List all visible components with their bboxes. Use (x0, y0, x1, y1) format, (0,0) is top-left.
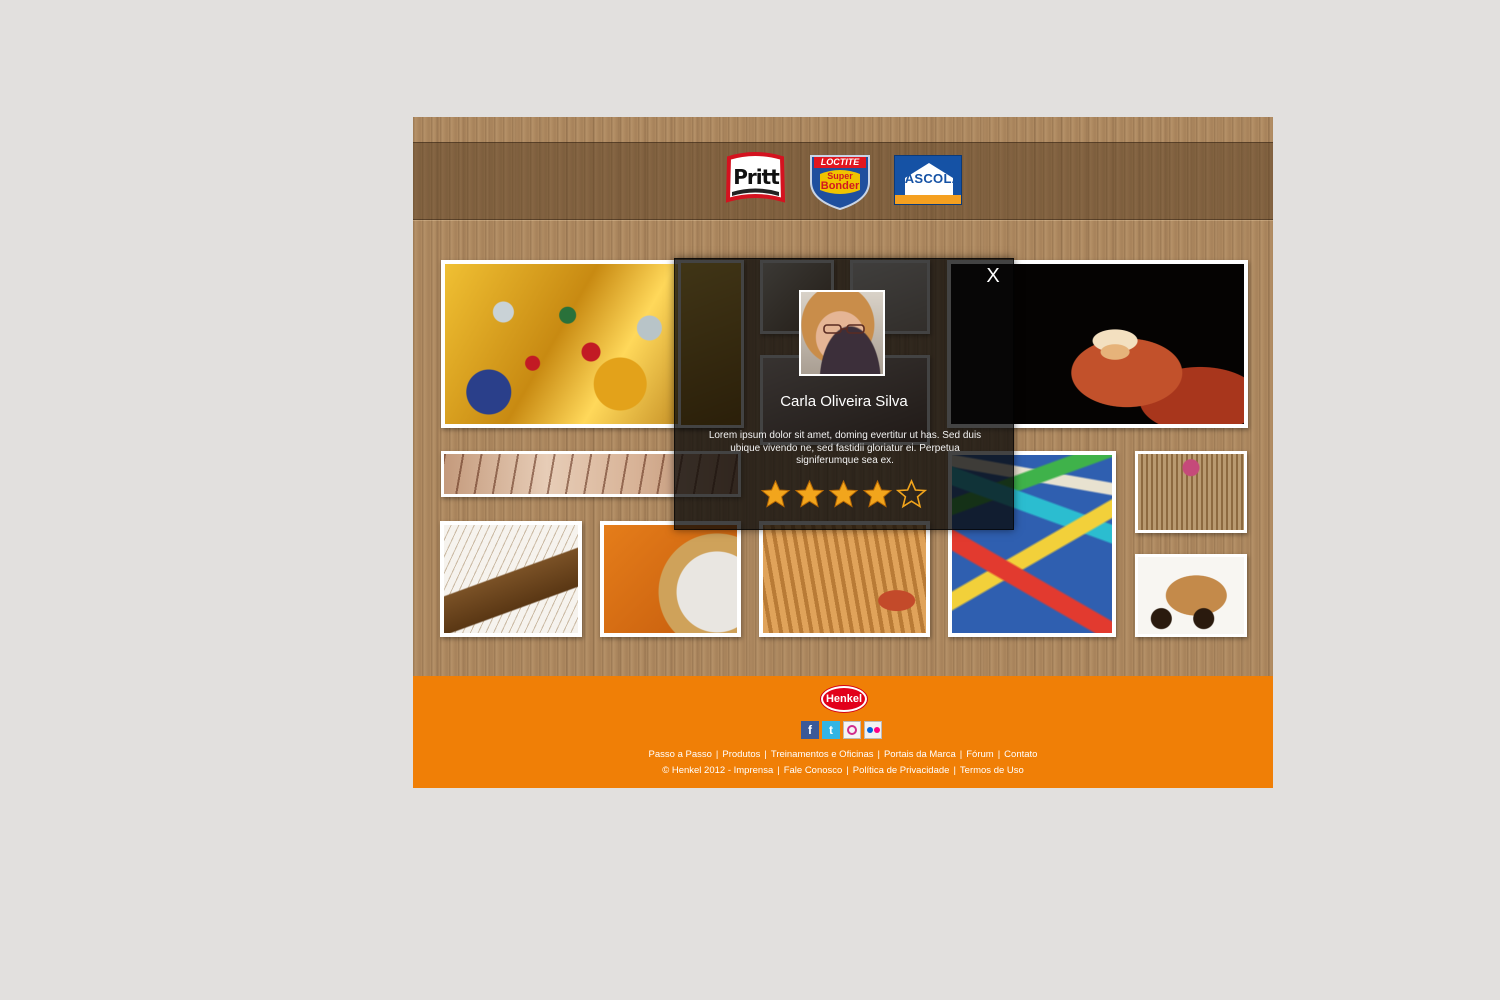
link-separator: | (715, 749, 719, 760)
gallery-tile-wooden-toy[interactable] (1135, 554, 1247, 637)
footer-legal-link-2[interactable]: Política de Privacidade (853, 765, 950, 776)
social-links: f t (801, 721, 882, 739)
testimonial-text: Lorem ipsum dolor sit amet, doming evert… (708, 430, 982, 466)
cascola-logo[interactable]: CASCOLA (894, 155, 962, 205)
footer-legal-link-0[interactable]: © Henkel 2012 - Imprensa (662, 765, 773, 776)
link-separator: | (846, 765, 849, 776)
facebook-icon[interactable]: f (801, 721, 819, 739)
super-bonder-text-2: Bonder (820, 180, 860, 192)
footer-legal-links: © Henkel 2012 - Imprensa | Fale Conosco | Po… (413, 765, 1273, 776)
twitter-icon[interactable]: t (822, 721, 840, 739)
loctite-logo-text: LOCTITE (820, 157, 860, 167)
flickr-icon[interactable] (864, 721, 882, 739)
link-separator: | (997, 749, 1001, 760)
star-rating (760, 479, 930, 513)
footer-nav-link-2[interactable]: Treinamentos e Oficinas (771, 749, 874, 760)
star-filled-icon[interactable] (760, 479, 791, 510)
footer-nav-link-5[interactable]: Contato (1004, 749, 1037, 760)
footer: Henkel f t Passo a Passo | Produtos | Treina… (413, 676, 1273, 788)
site-container: Pritt LOCTITE Super Bonder CASCOLA X Car… (413, 117, 1273, 788)
gallery-tile-wicker-chest[interactable] (1135, 451, 1247, 533)
star-filled-icon[interactable] (862, 479, 893, 510)
star-filled-icon[interactable] (828, 479, 859, 510)
footer-nav-link-4[interactable]: Fórum (966, 749, 993, 760)
footer-nav-link-1[interactable]: Produtos (722, 749, 760, 760)
henkel-logo[interactable]: Henkel (821, 686, 867, 712)
link-separator: | (764, 749, 767, 760)
link-separator: | (777, 765, 780, 776)
star-empty-icon[interactable] (896, 479, 927, 510)
star-filled-icon[interactable] (794, 479, 825, 510)
avatar (799, 290, 885, 376)
cascola-stripe (895, 195, 961, 204)
footer-nav-links: Passo a Passo | Produtos | Treinamentos e Of… (413, 749, 1273, 760)
gallery-tile-ship-model[interactable] (440, 521, 582, 637)
footer-legal-link-1[interactable]: Fale Conosco (784, 765, 843, 776)
link-separator: | (953, 765, 956, 776)
close-icon[interactable]: X (981, 263, 1005, 289)
footer-nav-link-0[interactable]: Passo a Passo (649, 749, 712, 760)
footer-nav-link-3[interactable]: Portais da Marca (884, 749, 956, 760)
gallery-tile-baskets[interactable] (759, 521, 930, 637)
henkel-logo-text: Henkel (825, 693, 863, 705)
testimonial-author-name: Carla Oliveira Silva (780, 393, 908, 410)
testimonial-modal: X Carla Oliveira Silva Lorem ipsum dolor… (674, 258, 1014, 530)
link-separator: | (959, 749, 963, 760)
gallery-tile-mirror[interactable] (600, 521, 741, 637)
orkut-icon[interactable] (843, 721, 861, 739)
cascola-logo-text: CASCOLA (895, 171, 962, 186)
link-separator: | (877, 749, 880, 760)
footer-legal-link-3[interactable]: Termos de Uso (960, 765, 1024, 776)
pritt-logo-text: Pritt (733, 165, 780, 189)
loctite-super-bonder-logo[interactable]: LOCTITE Super Bonder (808, 152, 872, 211)
pritt-logo[interactable]: Pritt (723, 152, 788, 207)
